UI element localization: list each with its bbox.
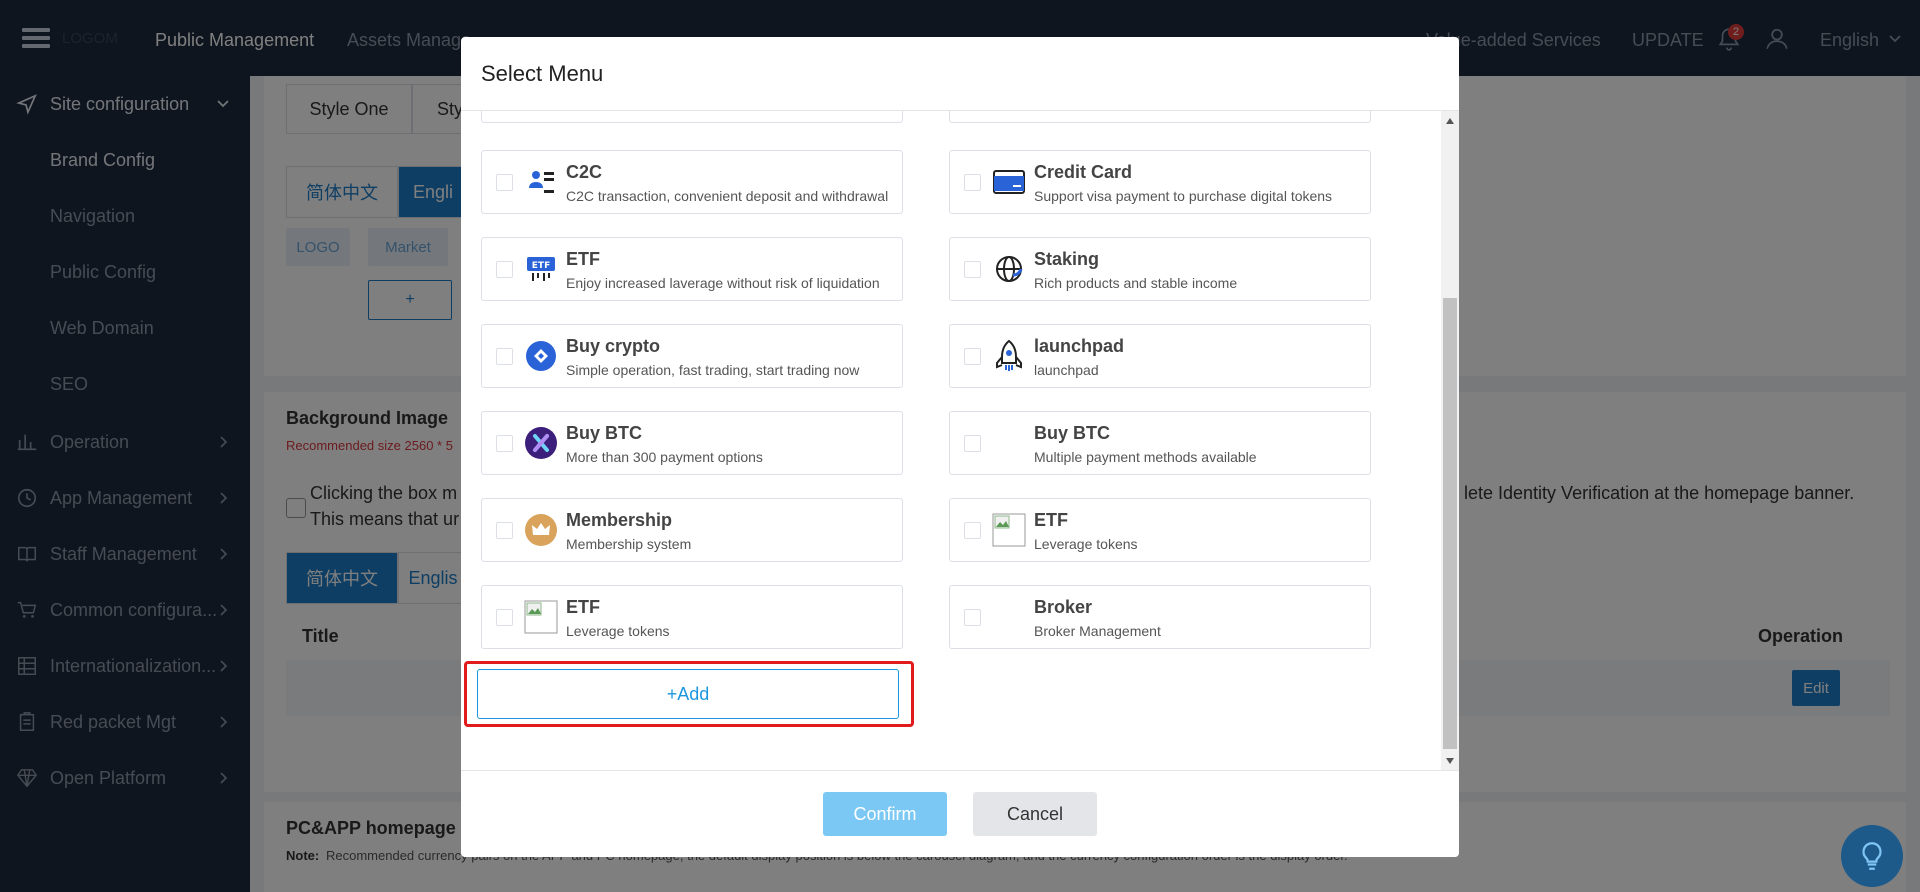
modal-body: C2C C2C transaction, convenient deposit … [461, 111, 1459, 771]
option-card-credit-card[interactable]: Credit Card Support visa payment to purc… [949, 150, 1371, 214]
scroll-up-icon[interactable] [1445, 117, 1455, 125]
option-desc: launchpad [1034, 362, 1099, 378]
lightbulb-icon [1862, 842, 1882, 870]
x-icon [524, 426, 558, 460]
option-card-partial-left[interactable] [481, 111, 903, 123]
option-card-launchpad[interactable]: launchpad launchpad [949, 324, 1371, 388]
option-checkbox[interactable] [496, 261, 513, 278]
broken-image-icon [524, 600, 558, 634]
option-title: ETF [566, 249, 600, 269]
option-title: Buy BTC [1034, 423, 1110, 443]
help-bubble[interactable] [1841, 825, 1903, 887]
option-card-staking[interactable]: Staking Rich products and stable income [949, 237, 1371, 301]
scrollbar-thumb[interactable] [1443, 298, 1457, 749]
buy-crypto-icon [524, 339, 558, 373]
option-checkbox[interactable] [964, 261, 981, 278]
option-checkbox[interactable] [964, 435, 981, 452]
c2c-icon [524, 165, 558, 199]
modal-header: Select Menu [461, 37, 1459, 111]
option-desc: Rich products and stable income [1034, 275, 1238, 291]
option-checkbox[interactable] [496, 609, 513, 626]
select-menu-modal: Select Menu C2C C2C transaction, conveni… [461, 37, 1459, 857]
option-checkbox[interactable] [496, 174, 513, 191]
option-card-etf-leverage[interactable]: ETF Leverage tokens [949, 498, 1371, 562]
option-card-partial-right[interactable] [949, 111, 1371, 123]
option-checkbox[interactable] [496, 435, 513, 452]
option-desc: Multiple payment methods available [1034, 449, 1257, 465]
modal-scrollbar[interactable] [1441, 111, 1459, 770]
option-title: ETF [566, 597, 600, 617]
option-desc: Leverage tokens [566, 623, 670, 639]
option-card-etf-leverage-2[interactable]: ETF Leverage tokens [481, 585, 903, 649]
option-checkbox[interactable] [496, 348, 513, 365]
option-title: ETF [1034, 510, 1068, 530]
option-card-membership[interactable]: Membership Membership system [481, 498, 903, 562]
option-desc: Leverage tokens [1034, 536, 1138, 552]
svg-text:ETF: ETF [532, 261, 550, 271]
option-title: Membership [566, 510, 673, 530]
confirm-button[interactable]: Confirm [823, 792, 947, 836]
option-card-etf[interactable]: ETF ETF Enjoy increased laverage without… [481, 237, 903, 301]
option-title: Buy BTC [566, 423, 642, 443]
option-desc: Simple operation, fast trading, start tr… [566, 362, 860, 378]
option-title: launchpad [1034, 336, 1125, 356]
option-desc: Membership system [566, 536, 692, 552]
rocket-icon [992, 339, 1026, 373]
option-title: C2C [566, 162, 603, 182]
option-checkbox[interactable] [496, 522, 513, 539]
etf-icon: ETF [524, 252, 558, 286]
add-menu-button[interactable]: +Add [477, 669, 899, 719]
option-title: Credit Card [1034, 162, 1133, 182]
option-title: Staking [1034, 249, 1100, 269]
crown-icon [524, 513, 558, 547]
globe-icon [992, 252, 1026, 286]
option-checkbox[interactable] [964, 522, 981, 539]
option-card-buy-btc-2[interactable]: Buy BTC Multiple payment methods availab… [949, 411, 1371, 475]
option-title: Broker [1034, 597, 1093, 617]
option-checkbox[interactable] [964, 174, 981, 191]
option-card-buy-crypto[interactable]: Buy crypto Simple operation, fast tradin… [481, 324, 903, 388]
cancel-button[interactable]: Cancel [973, 792, 1097, 836]
modal-footer: Confirm Cancel [461, 771, 1459, 857]
scroll-down-icon[interactable] [1445, 757, 1455, 765]
credit-card-icon [992, 165, 1026, 199]
option-desc: More than 300 payment options [566, 449, 763, 465]
broken-image-icon [992, 513, 1026, 547]
option-desc: C2C transaction, convenient deposit and … [566, 188, 889, 204]
option-checkbox[interactable] [964, 348, 981, 365]
option-title: Buy crypto [566, 336, 661, 356]
option-checkbox[interactable] [964, 609, 981, 626]
option-desc: Enjoy increased laverage without risk of… [566, 275, 880, 291]
option-card-broker[interactable]: Broker Broker Management [949, 585, 1371, 649]
modal-title: Select Menu [481, 61, 604, 86]
option-card-c2c[interactable]: C2C C2C transaction, convenient deposit … [481, 150, 903, 214]
option-desc: Broker Management [1034, 623, 1161, 639]
option-desc: Support visa payment to purchase digital… [1034, 188, 1333, 204]
option-card-buy-btc[interactable]: Buy BTC More than 300 payment options [481, 411, 903, 475]
